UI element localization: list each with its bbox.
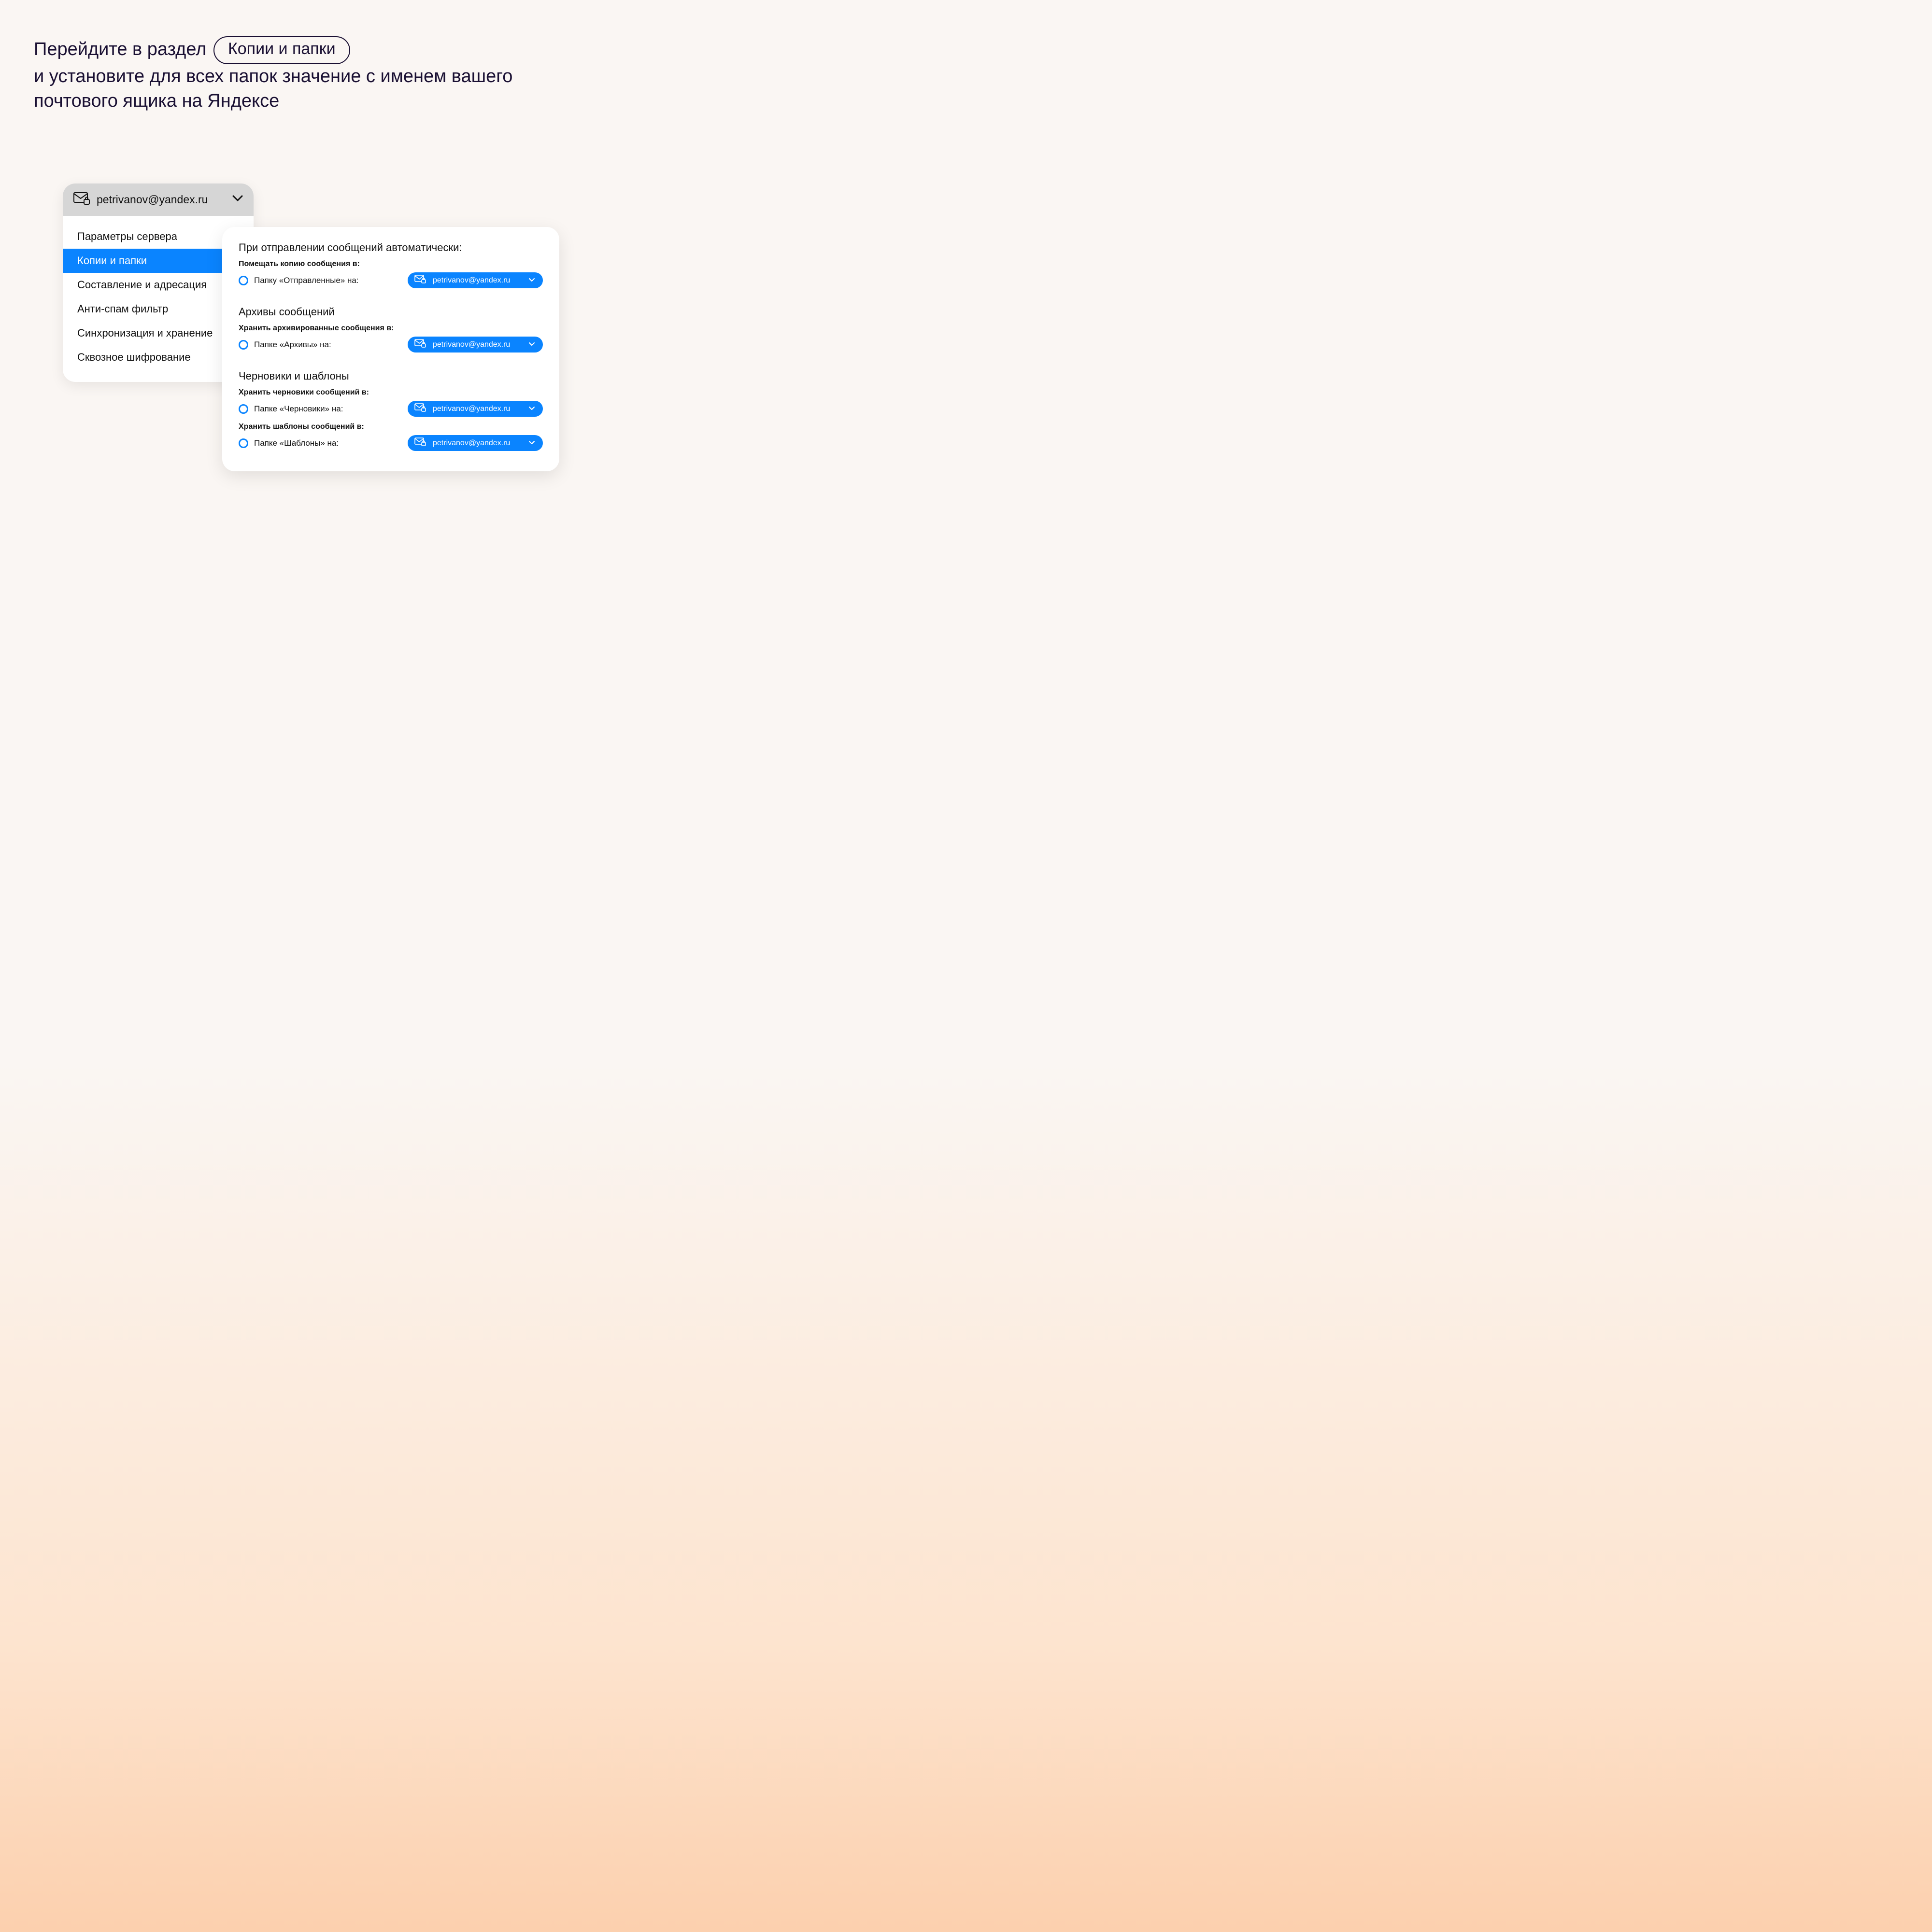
account-header[interactable]: petrivanov@yandex.ru bbox=[63, 183, 254, 216]
chevron-down-icon bbox=[528, 340, 535, 349]
option-label-templates: Папке «Шаблоны» на: bbox=[254, 438, 348, 448]
chevron-down-icon bbox=[528, 405, 535, 413]
account-email: petrivanov@yandex.ru bbox=[97, 193, 226, 206]
dropdown-value: petrivanov@yandex.ru bbox=[433, 439, 522, 448]
option-row-archive: Папке «Архивы» на: petrivanov@yandex.ru bbox=[239, 337, 543, 353]
folder-settings-panel: При отправлении сообщений автоматически:… bbox=[222, 227, 559, 471]
section-title-drafts-templates: Черновики и шаблоны bbox=[239, 370, 543, 382]
option-row-sent: Папку «Отправленные» на: petrivanov@yand… bbox=[239, 272, 543, 288]
chevron-down-icon bbox=[232, 195, 243, 204]
sub-label-archive: Хранить архивированные сообщения в: bbox=[239, 324, 543, 333]
option-row-drafts: Папке «Черновики» на: petrivanov@yandex.… bbox=[239, 401, 543, 417]
dropdown-value: petrivanov@yandex.ru bbox=[433, 405, 522, 413]
radio-icon[interactable] bbox=[239, 276, 248, 285]
account-dropdown-drafts[interactable]: petrivanov@yandex.ru bbox=[408, 401, 543, 417]
section-title-archives: Архивы сообщений bbox=[239, 306, 543, 318]
option-row-templates: Папке «Шаблоны» на: petrivanov@yandex.ru bbox=[239, 435, 543, 451]
instruction-part1: Перейдите в раздел bbox=[34, 39, 206, 59]
instruction-text: Перейдите в раздел Копии и папки и устан… bbox=[34, 36, 584, 113]
dropdown-value: petrivanov@yandex.ru bbox=[433, 340, 522, 349]
option-label-drafts: Папке «Черновики» на: bbox=[254, 404, 348, 414]
radio-icon[interactable] bbox=[239, 404, 248, 414]
instruction-part2: и установите для всех папок значение с и… bbox=[34, 66, 512, 111]
sub-label-sent-copy: Помещать копию сообщения в: bbox=[239, 260, 543, 268]
radio-icon[interactable] bbox=[239, 340, 248, 350]
sub-label-templates: Хранить шаблоны сообщений в: bbox=[239, 423, 543, 431]
radio-icon[interactable] bbox=[239, 438, 248, 448]
instruction-pill: Копии и папки bbox=[213, 36, 350, 64]
account-dropdown-sent[interactable]: petrivanov@yandex.ru bbox=[408, 272, 543, 288]
option-label-sent: Папку «Отправленные» на: bbox=[254, 276, 359, 285]
chevron-down-icon bbox=[528, 439, 535, 448]
option-label-archive: Папке «Архивы» на: bbox=[254, 340, 348, 350]
section-title-sending: При отправлении сообщений автоматически: bbox=[239, 241, 543, 254]
mail-lock-icon bbox=[414, 275, 426, 286]
sub-label-drafts: Хранить черновики сообщений в: bbox=[239, 388, 543, 397]
account-dropdown-templates[interactable]: petrivanov@yandex.ru bbox=[408, 435, 543, 451]
mail-lock-icon bbox=[414, 437, 426, 449]
dropdown-value: petrivanov@yandex.ru bbox=[433, 276, 522, 285]
mail-lock-icon bbox=[414, 339, 426, 350]
account-dropdown-archive[interactable]: petrivanov@yandex.ru bbox=[408, 337, 543, 353]
mail-lock-icon bbox=[73, 192, 90, 207]
chevron-down-icon bbox=[528, 276, 535, 285]
mail-lock-icon bbox=[414, 403, 426, 414]
